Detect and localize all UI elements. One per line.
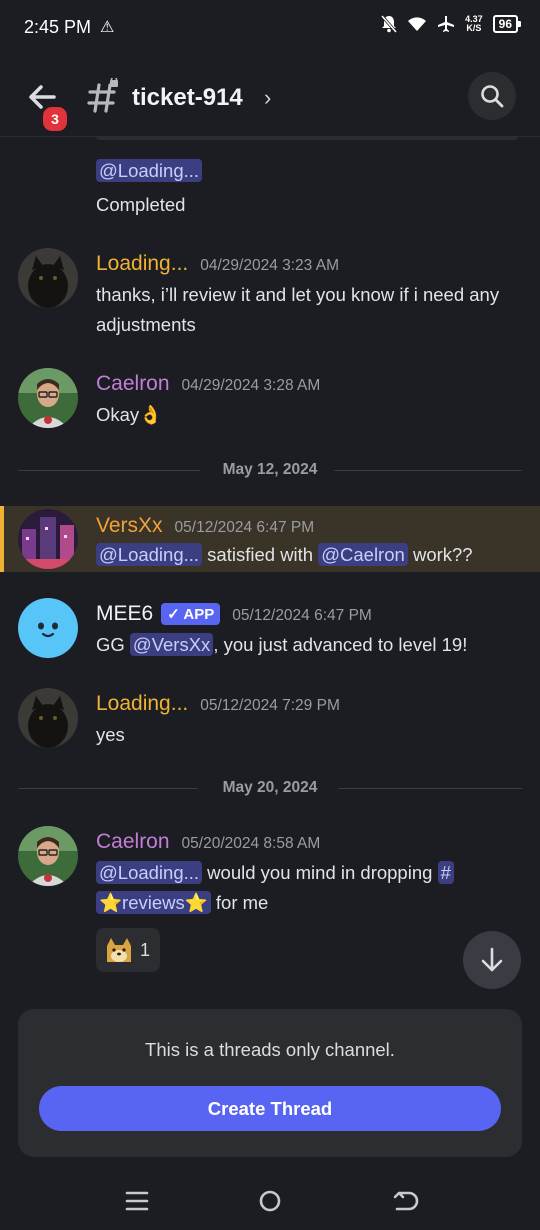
author-name[interactable]: Loading... [96,252,188,276]
unread-badge: 3 [40,104,70,134]
message-text: Completed [96,194,186,215]
date-divider: May 12, 2024 [18,460,522,480]
message-text: work?? [407,544,473,565]
channel-title[interactable]: ticket-914 [132,84,243,112]
doge-emoji-icon [107,938,131,962]
network-speed: 4.37 K/S [465,15,483,33]
search-button[interactable] [468,72,516,120]
man-avatar-image [18,368,78,428]
message-text: thanks, i’ll review it and let you know … [96,284,500,335]
author-name[interactable]: Caelron [96,372,170,396]
back-nav-icon[interactable] [390,1188,420,1214]
reaction-chip[interactable]: 1 [96,928,160,972]
message-text: yes [96,724,125,745]
jump-to-bottom-button[interactable] [463,931,521,989]
message-body: GG @VersXx, you just advanced to level 1… [96,630,526,660]
timestamp: 04/29/2024 3:23 AM [200,257,340,274]
avatar[interactable] [18,688,78,748]
author-name[interactable]: Caelron [96,830,170,854]
embed-edge [96,136,518,140]
home-icon[interactable] [255,1188,285,1214]
date-divider-label: May 20, 2024 [222,779,318,796]
timestamp: 05/12/2024 6:47 PM [174,519,315,536]
date-divider: May 20, 2024 [18,778,522,798]
message-header: VersXx 05/12/2024 6:47 PM [96,514,314,538]
author-name[interactable]: VersXx [96,514,163,538]
search-icon [481,85,504,108]
message-header: Loading... 04/29/2024 3:23 AM [96,252,339,276]
avatar[interactable] [18,368,78,428]
avatar[interactable] [18,248,78,308]
channel-mention[interactable]: ⭐reviews⭐ [96,891,211,914]
warning-icon: ⚠ [100,19,115,36]
battery-indicator: 96 [492,15,522,33]
user-mention[interactable]: @Loading... [96,861,203,884]
chevron-right-icon[interactable]: › [264,85,271,111]
message-text: satisfied with [202,544,319,565]
user-mention[interactable]: @Loading... [96,543,203,566]
mute-bell-icon [381,15,398,33]
create-thread-button[interactable]: Create Thread [39,1086,501,1131]
man-avatar-image [18,826,78,886]
recent-apps-icon[interactable] [122,1188,152,1214]
reaction-count: 1 [140,939,151,960]
message-text: would you mind in dropping [202,862,438,883]
author-name[interactable]: Loading... [96,692,188,716]
message-body: @Loading... Completed [96,156,526,216]
user-mention[interactable]: @VersXx [129,633,214,656]
timestamp: 05/12/2024 6:47 PM [232,607,372,624]
avatar[interactable] [18,509,78,569]
avatar[interactable] [18,826,78,886]
message-highlighted[interactable]: VersXx 05/12/2024 6:47 PM @Loading... sa… [0,506,540,572]
cat-avatar-image [18,248,78,308]
status-icons: 4.37 K/S 96 [381,15,522,33]
avatar[interactable] [18,598,78,658]
message-text: , you just advanced to level 19! [213,634,468,655]
date-divider-label: May 12, 2024 [222,461,318,478]
mee6-avatar-image [18,598,78,658]
cat-avatar-image [18,688,78,748]
message-body: @Loading... satisfied with @Caelron work… [96,540,526,570]
user-mention[interactable]: @Loading... [96,159,203,182]
app-badge: ✓ APP [161,603,221,625]
message-header: Loading... 05/12/2024 7:29 PM [96,692,340,716]
channel-hash-mention[interactable]: # [437,861,454,884]
user-mention[interactable]: @Caelron [318,543,408,566]
status-bar: 2:45 PM ⚠ 4.37 K/S 96 [0,0,540,56]
system-nav-bar [0,1172,540,1230]
city-avatar-image [18,509,78,569]
author-name[interactable]: MEE6 [96,602,153,626]
channel-header: ticket-914 › [0,56,540,137]
threads-only-notice: This is a threads only channel. [145,1039,395,1060]
network-speed-unit: K/S [466,23,482,33]
airplane-icon [438,16,455,32]
wifi-icon [408,17,427,31]
message-header: Caelron 05/20/2024 8:58 AM [96,830,320,854]
message-text: for me [210,892,269,913]
timestamp: 05/12/2024 7:29 PM [200,697,340,714]
timestamp: 05/20/2024 8:58 AM [181,835,321,852]
message-text: GG [96,634,130,655]
message-text: Okay👌 [96,404,163,425]
message-header: MEE6 ✓ APP 05/12/2024 6:47 PM [96,602,372,626]
threads-only-panel: This is a threads only channel. Create T… [18,1009,522,1157]
message-header: Caelron 04/29/2024 3:28 AM [96,372,320,396]
thread-channel-icon [87,78,118,113]
timestamp: 04/29/2024 3:28 AM [181,377,321,394]
arrow-down-icon [481,947,503,972]
status-time: 2:45 PM [24,17,92,37]
message-body: @Loading... would you mind in dropping #… [96,858,526,918]
